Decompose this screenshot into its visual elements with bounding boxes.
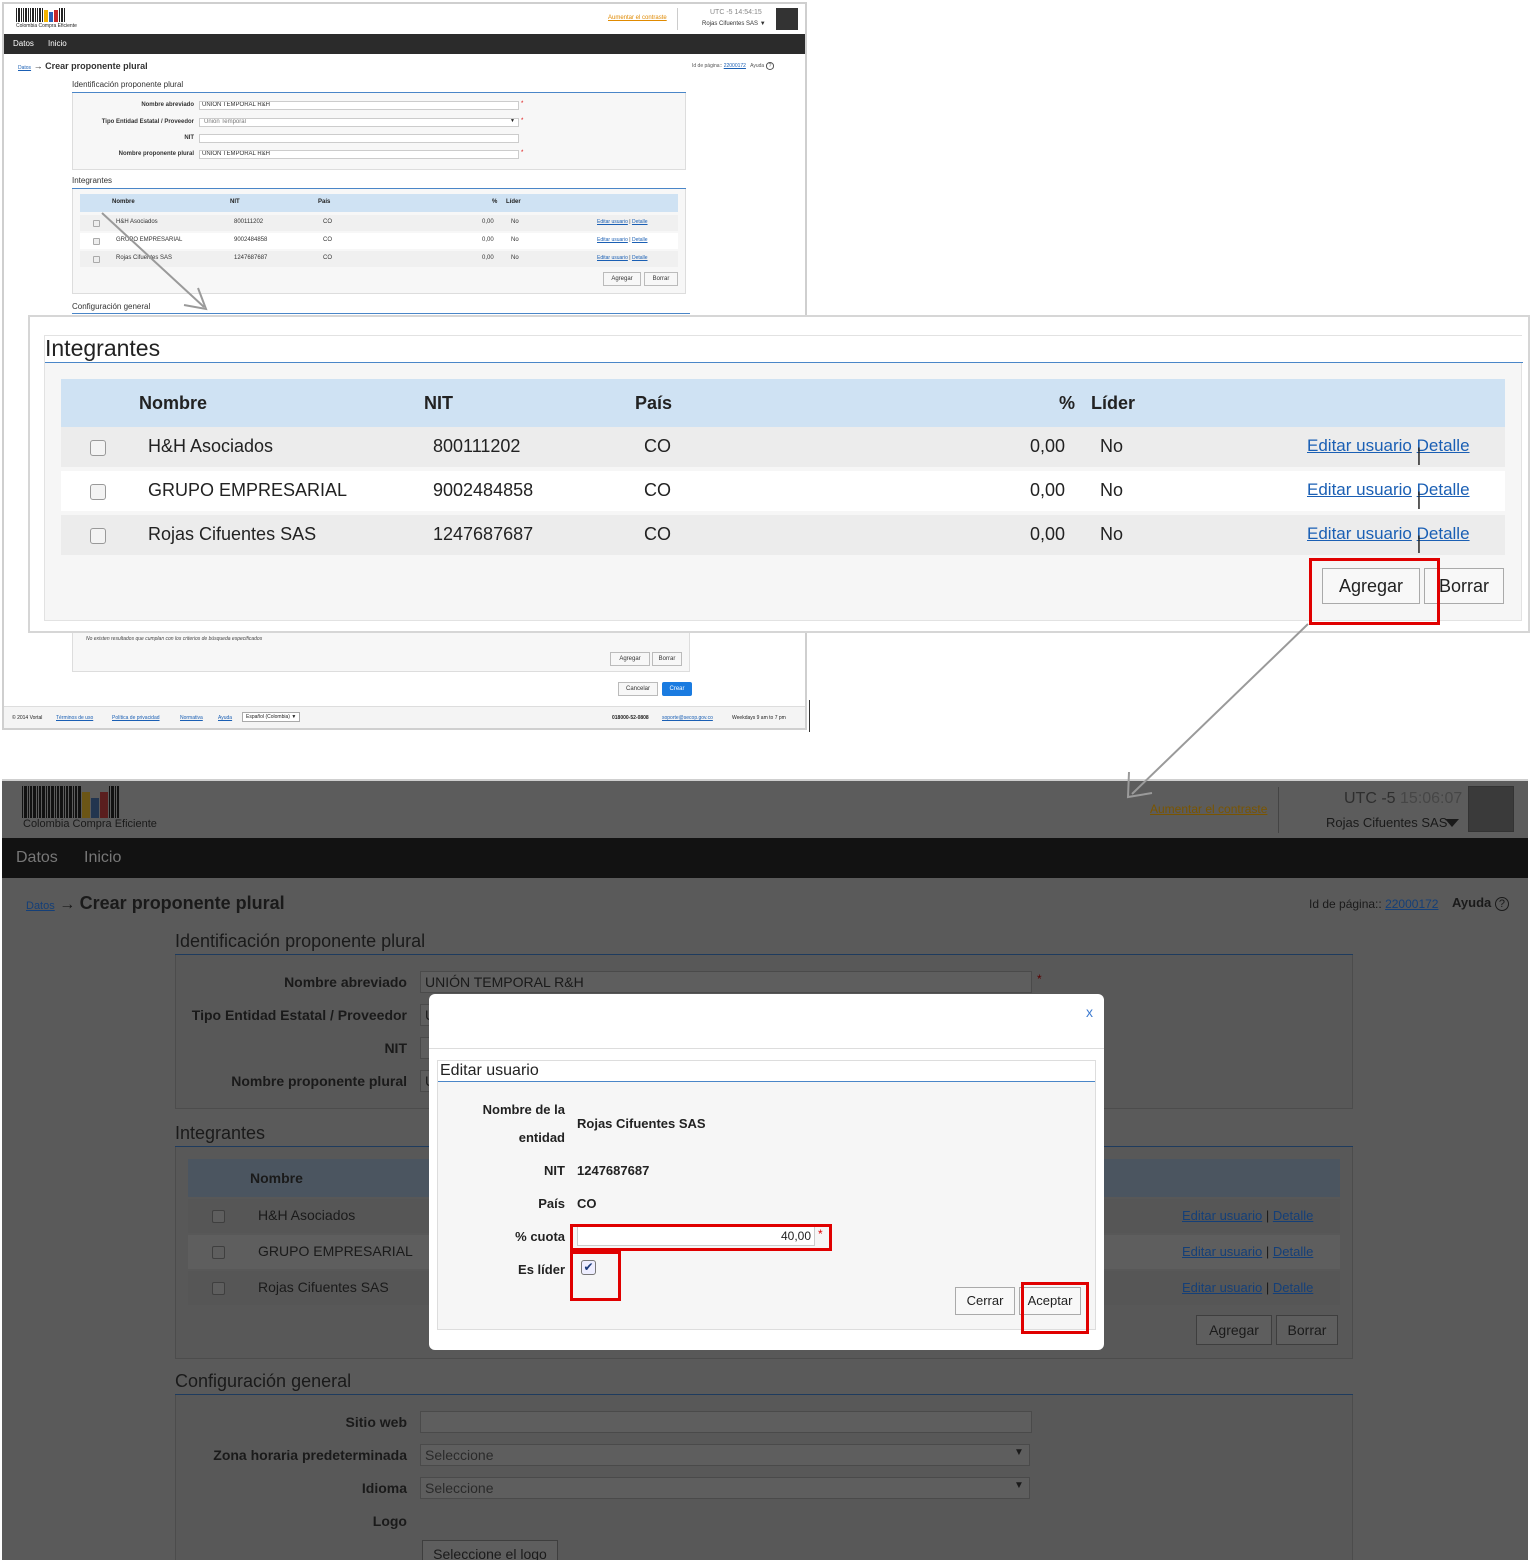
callout-arrows	[101, 212, 1309, 799]
